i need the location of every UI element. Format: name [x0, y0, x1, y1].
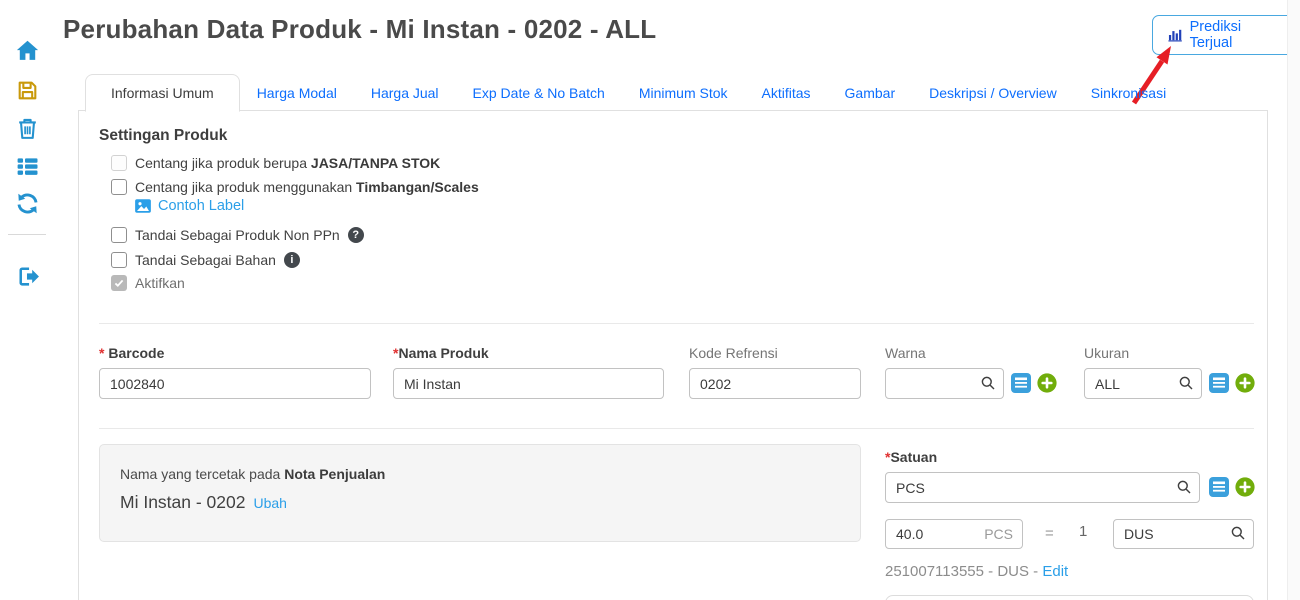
nama-produk-input[interactable]	[393, 368, 664, 399]
divider	[99, 428, 1254, 429]
ukuran-list-button[interactable]	[1209, 373, 1229, 393]
check-icon	[113, 277, 125, 289]
checkbox-row-jasa: Centang jika produk berupa JASA/TANPA ST…	[111, 155, 440, 171]
logout-icon[interactable]	[13, 262, 41, 290]
aktifkan-checkbox-label: Aktifkan	[135, 275, 185, 291]
unit-code-row: 251007113555 - DUS - Edit	[885, 563, 1068, 580]
ubah-link[interactable]: Ubah	[253, 495, 286, 511]
nota-penjualan-caption: Nama yang tercetak pada Nota Penjualan	[120, 466, 385, 482]
bahan-checkbox[interactable]	[111, 252, 127, 268]
tab-minimum-stok[interactable]: Minimum Stok	[622, 75, 745, 111]
timbangan-checkbox-label: Centang jika produk menggunakan Timbanga…	[135, 179, 479, 195]
tab-gambar[interactable]: Gambar	[828, 75, 913, 111]
search-icon	[1230, 525, 1246, 541]
printed-product-name: Mi Instan - 0202	[120, 492, 245, 513]
search-icon	[980, 375, 996, 391]
unit-code-text: 251007113555 - DUS -	[885, 563, 1038, 580]
settingan-produk-heading: Settingan Produk	[99, 127, 227, 145]
bahan-checkbox-label: Tandai Sebagai Bahan	[135, 252, 276, 268]
barcode-label: * Barcode	[99, 345, 164, 361]
home-icon[interactable]	[13, 36, 41, 64]
satuan-search-input[interactable]	[885, 472, 1200, 503]
equals-sign: =	[1045, 525, 1054, 542]
kode-refrensi-input[interactable]	[689, 368, 861, 399]
jasa-checkbox-label: Centang jika produk berupa JASA/TANPA ST…	[135, 155, 440, 171]
parent-unit-field-wrap	[1113, 519, 1254, 549]
tab-harga-modal[interactable]: Harga Modal	[240, 75, 354, 111]
sync-icon[interactable]	[13, 189, 41, 217]
edit-link[interactable]: Edit	[1042, 563, 1068, 580]
jasa-checkbox[interactable]	[111, 155, 127, 171]
qty-field-wrap: PCS	[885, 519, 1023, 549]
tab-deskripsi-overview[interactable]: Deskripsi / Overview	[912, 75, 1074, 111]
scrollbar-track[interactable]	[1287, 0, 1300, 600]
nota-penjualan-box: Nama yang tercetak pada Nota Penjualan M…	[99, 444, 861, 542]
tab-bar: Informasi Umum Harga Modal Harga Jual Ex…	[85, 74, 1183, 111]
next-section-box	[885, 595, 1254, 600]
info-icon[interactable]: i	[284, 252, 300, 268]
satuan-add-button[interactable]	[1235, 477, 1255, 497]
barcode-field-wrap	[99, 368, 371, 399]
ukuran-field-wrap	[1084, 368, 1202, 399]
search-icon	[1176, 479, 1192, 495]
bar-chart-icon	[1167, 27, 1183, 43]
tab-aktifitas[interactable]: Aktifitas	[745, 75, 828, 111]
prediksi-terjual-button[interactable]: Prediksi Terjual	[1152, 15, 1300, 55]
qty-unit-suffix: PCS	[984, 526, 1013, 542]
nama-produk-label: *Nama Produk	[393, 345, 489, 361]
checkbox-row-bahan: Tandai Sebagai Bahan i	[111, 252, 300, 268]
nonppn-checkbox-label: Tandai Sebagai Produk Non PPn	[135, 227, 340, 243]
help-icon[interactable]: ?	[348, 227, 364, 243]
checkbox-row-timbangan: Centang jika produk menggunakan Timbanga…	[111, 179, 479, 195]
nonppn-checkbox[interactable]	[111, 227, 127, 243]
warna-add-button[interactable]	[1037, 373, 1057, 393]
barcode-input[interactable]	[99, 368, 371, 399]
satuan-label: *Satuan	[885, 449, 937, 465]
satuan-list-button[interactable]	[1209, 477, 1229, 497]
save-icon[interactable]	[13, 76, 41, 104]
parent-qty: 1	[1079, 523, 1087, 540]
contoh-label-link[interactable]: Contoh Label	[134, 197, 244, 215]
trash-icon[interactable]	[13, 114, 41, 142]
search-icon	[1178, 375, 1194, 391]
contoh-label-text: Contoh Label	[158, 198, 244, 214]
image-icon	[134, 197, 152, 215]
checkbox-row-aktifkan: Aktifkan	[111, 275, 185, 291]
tab-informasi-umum[interactable]: Informasi Umum	[85, 74, 240, 112]
timbangan-checkbox[interactable]	[111, 179, 127, 195]
warna-label: Warna	[885, 345, 926, 361]
kode-refrensi-field-wrap	[689, 368, 861, 399]
sidebar-divider	[8, 234, 46, 235]
aktifkan-checkbox[interactable]	[111, 275, 127, 291]
tab-exp-date-no-batch[interactable]: Exp Date & No Batch	[456, 75, 622, 111]
tab-harga-jual[interactable]: Harga Jual	[354, 75, 456, 111]
nama-produk-field-wrap	[393, 368, 664, 399]
prediksi-terjual-label: Prediksi Terjual	[1190, 19, 1285, 51]
product-list-icon[interactable]	[13, 152, 41, 180]
warna-field-wrap	[885, 368, 1004, 399]
ukuran-label: Ukuran	[1084, 345, 1129, 361]
checkbox-row-nonppn: Tandai Sebagai Produk Non PPn ?	[111, 227, 364, 243]
product-edit-page: Perubahan Data Produk - Mi Instan - 0202…	[0, 0, 1300, 600]
warna-list-button[interactable]	[1011, 373, 1031, 393]
ukuran-add-button[interactable]	[1235, 373, 1255, 393]
divider	[99, 323, 1254, 324]
informasi-umum-panel: Settingan Produk Centang jika produk ber…	[78, 110, 1268, 600]
page-title: Perubahan Data Produk - Mi Instan - 0202…	[63, 14, 656, 45]
satuan-field-wrap	[885, 472, 1200, 503]
tab-sinkronisasi[interactable]: Sinkronisasi	[1074, 75, 1183, 111]
kode-refrensi-label: Kode Refrensi	[689, 345, 778, 361]
sidebar	[0, 0, 66, 600]
